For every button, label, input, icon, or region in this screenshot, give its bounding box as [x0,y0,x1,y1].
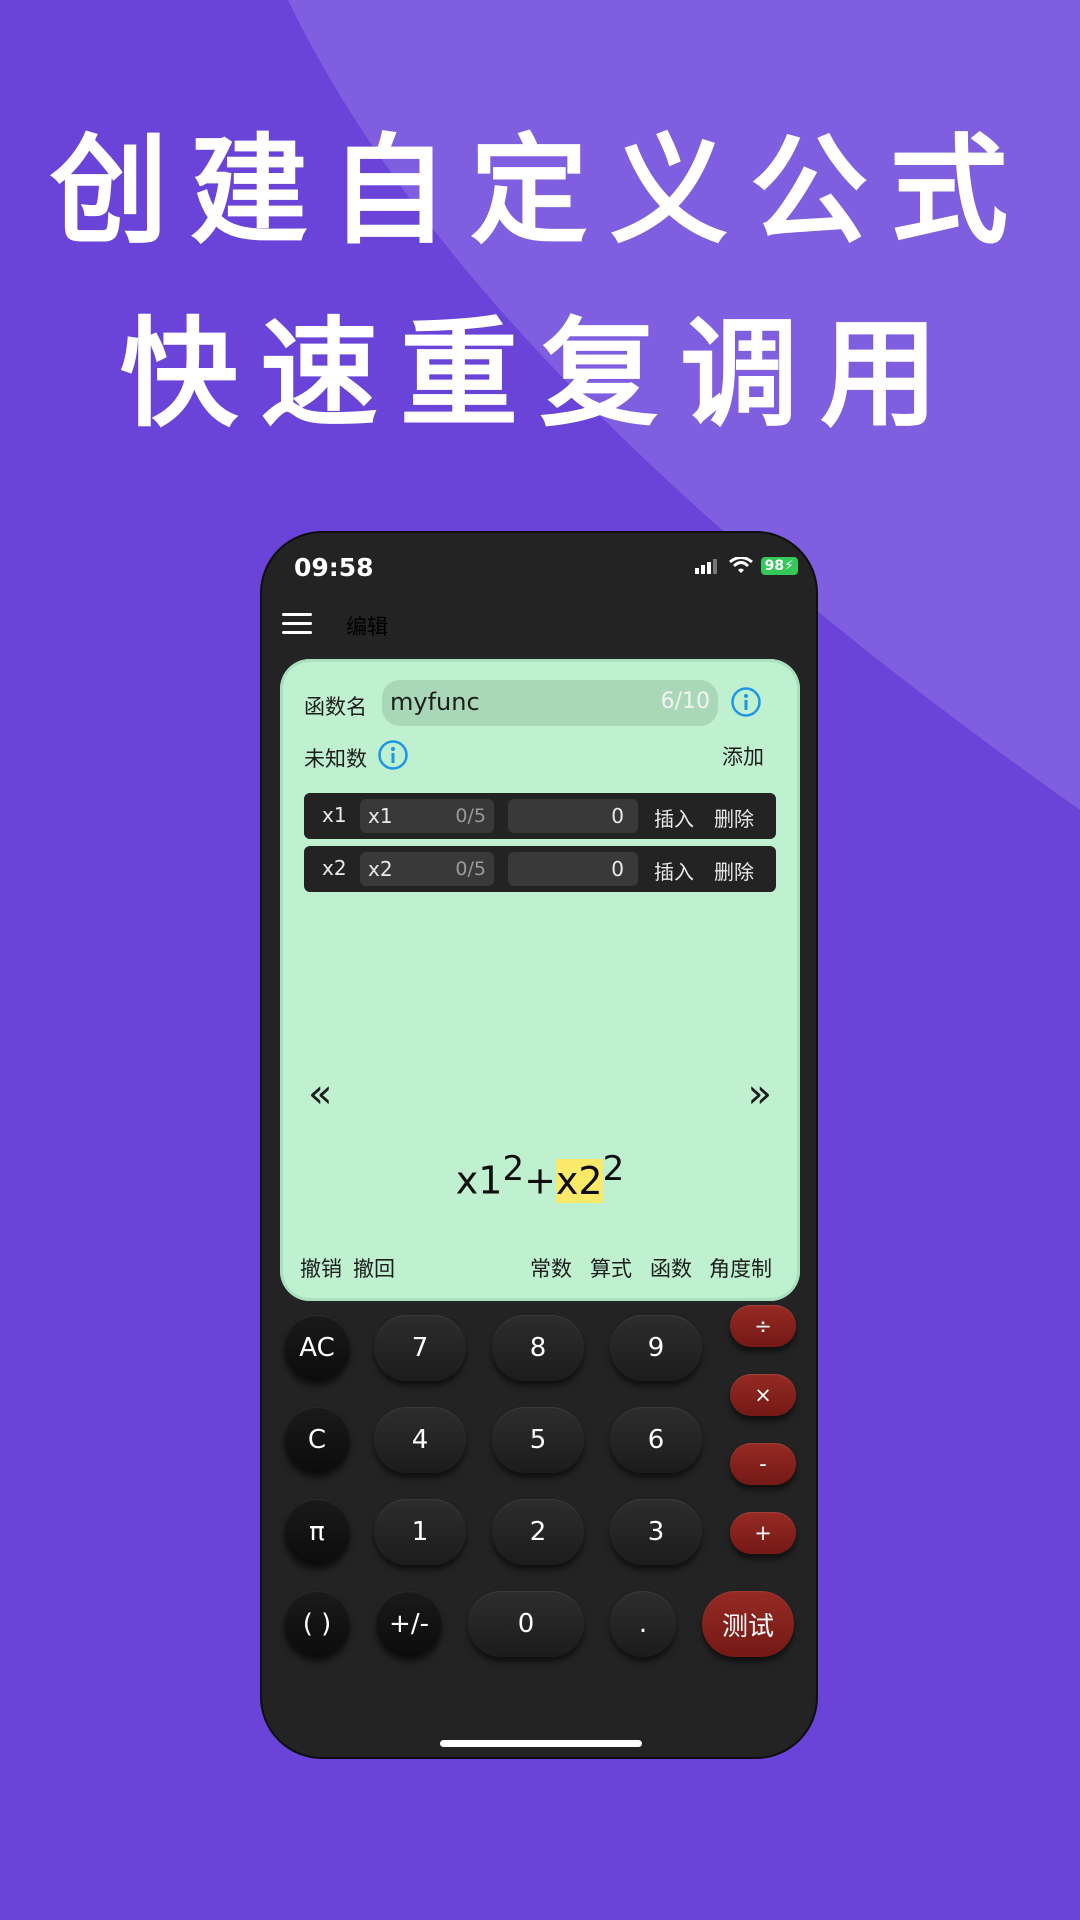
formula-exponent-a: 2 [502,1149,525,1189]
variable-name-count: 0/5 [455,858,486,880]
variable-label: x2 [322,856,347,880]
key-5[interactable]: 5 [492,1407,584,1473]
key-3[interactable]: 3 [610,1499,702,1565]
headline-line-2: 快速重复调用 [119,305,960,443]
variable-row: x2 x2 0/5 0 插入 删除 [304,846,776,892]
key-1[interactable]: 1 [374,1499,466,1565]
formula-exponent-b: 2 [602,1149,625,1189]
home-indicator [440,1740,642,1747]
key-6[interactable]: 6 [610,1407,702,1473]
undo-button[interactable]: 撤销 [300,1253,342,1283]
cursor-left-button[interactable]: « [308,1071,332,1117]
unknowns-info-icon[interactable] [377,739,409,771]
expressions-button[interactable]: 算式 [590,1253,632,1283]
key-plus[interactable]: + [730,1512,796,1554]
formula-operator: + [524,1158,556,1203]
function-name-input[interactable]: myfunc 6/10 [382,680,718,726]
function-name-count: 6/10 [660,689,710,714]
key-decimal[interactable]: . [610,1591,676,1657]
functions-button[interactable]: 函数 [650,1253,692,1283]
test-button[interactable]: 测试 [702,1591,794,1657]
key-ac[interactable]: AC [284,1315,350,1381]
battery-level: 98 [764,558,785,574]
key-divide[interactable]: ÷ [730,1305,796,1347]
add-variable-button[interactable]: 添加 [722,741,764,771]
constants-button[interactable]: 常数 [530,1253,572,1283]
variable-value: 0 [611,804,624,828]
formula-term-b-selected: x2 [555,1158,603,1203]
variable-value-input[interactable]: 0 [508,852,638,886]
redo-button[interactable]: 撤回 [353,1253,395,1283]
insert-variable-button[interactable]: 插入 [654,856,694,885]
headline-line-1: 创建自定义公式 [49,122,1030,260]
key-multiply[interactable]: × [730,1374,796,1416]
battery-icon: 98⚡ [760,557,798,575]
formula-display[interactable]: x12+x22 [280,1149,800,1203]
delete-variable-button[interactable]: 删除 [714,803,754,832]
keypad: AC 7 8 9 C 4 5 6 π 1 2 3 ( ) +/- 0. ÷ × - + 测试 [262,1303,816,1723]
key-sign[interactable]: +/- [376,1591,442,1657]
status-time: 09:58 [294,553,374,582]
key-minus[interactable]: - [730,1443,796,1485]
key-8[interactable]: 8 [492,1315,584,1381]
wifi-icon [728,557,753,573]
phone-frame: 09:58 98⚡ 编辑 函数名 myfunc 6/10 未知数 添加 x1 x… [260,531,818,1759]
variable-name-value: x1 [368,804,393,828]
unknowns-label: 未知数 [304,747,367,771]
key-0[interactable]: 0 [468,1591,584,1657]
variable-name-input[interactable]: x2 0/5 [360,852,494,886]
key-4[interactable]: 4 [374,1407,466,1473]
variable-label: x1 [322,803,347,827]
variable-row: x1 x1 0/5 0 插入 删除 [304,793,776,839]
key-2[interactable]: 2 [492,1499,584,1565]
insert-variable-button[interactable]: 插入 [654,803,694,832]
variable-name-input[interactable]: x1 0/5 [360,799,494,833]
cursor-right-button[interactable]: » [748,1071,772,1117]
function-name-label: 函数名 [304,695,367,719]
variable-name-count: 0/5 [455,805,486,827]
status-icons: 98⚡ [694,557,798,575]
variable-value: 0 [611,857,624,881]
angle-mode-button[interactable]: 角度制 [709,1253,772,1283]
nav-title: 编辑 [346,615,388,639]
function-name-value: myfunc [390,688,480,716]
key-pi[interactable]: π [284,1499,350,1565]
key-9[interactable]: 9 [610,1315,702,1381]
editor-panel: 函数名 myfunc 6/10 未知数 添加 x1 x1 0/5 0 插入 删除… [280,659,800,1301]
key-parentheses[interactable]: ( ) [284,1591,350,1657]
cellular-signal-icon [694,559,717,574]
variable-name-value: x2 [368,857,393,881]
variable-value-input[interactable]: 0 [508,799,638,833]
hamburger-menu-icon[interactable] [282,613,312,637]
key-7[interactable]: 7 [374,1315,466,1381]
name-info-icon[interactable] [730,686,762,718]
formula-term-a: x1 [455,1158,503,1203]
delete-variable-button[interactable]: 删除 [714,856,754,885]
key-c[interactable]: C [284,1407,350,1473]
